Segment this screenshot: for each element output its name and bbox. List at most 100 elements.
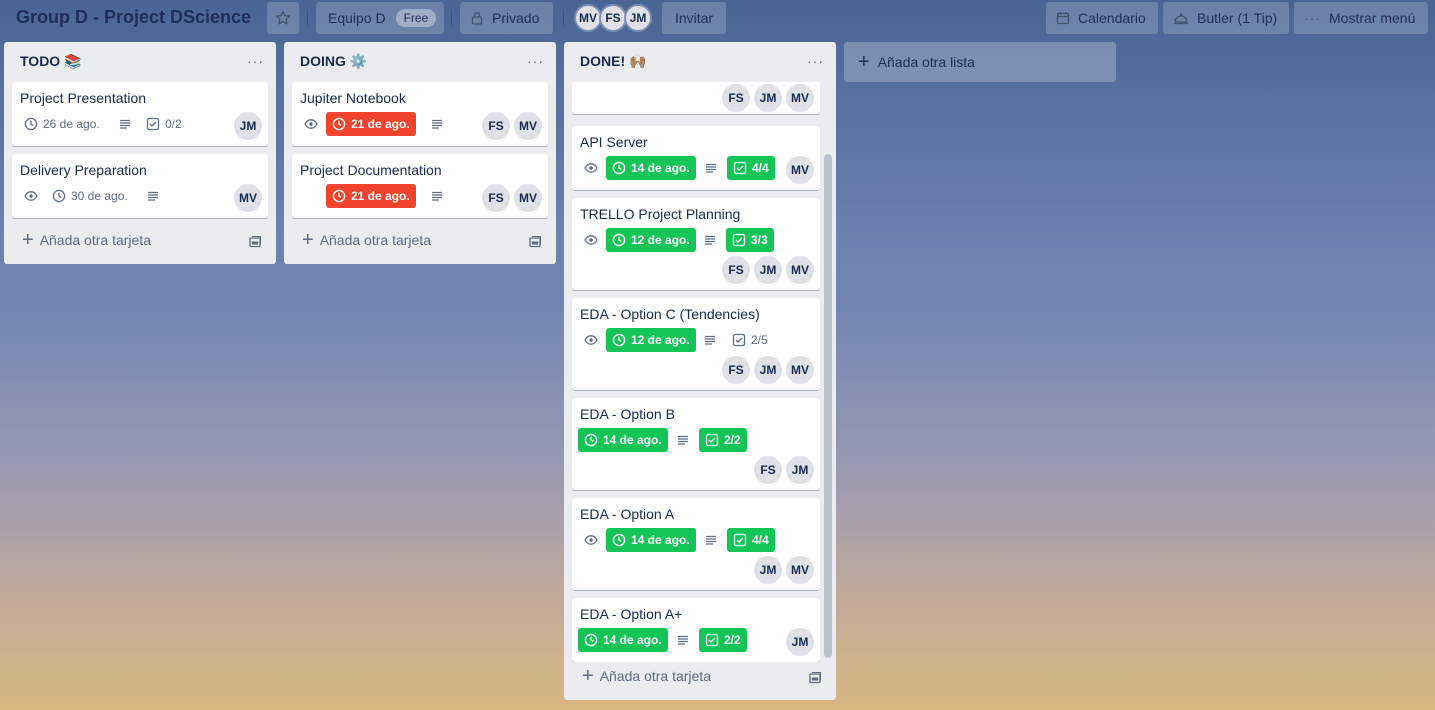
card[interactable]: EDA - Option B 14 de ago. 2/2 FS JM [572,398,820,490]
watch-icon [304,112,318,136]
visibility-label: Privado [492,10,540,26]
clock-icon [612,333,626,347]
card-template-icon[interactable] [248,235,262,249]
card[interactable]: API Server 14 de ago. 4/4 MV [572,126,820,190]
card[interactable]: FS JM MV [572,82,820,114]
member-avatar[interactable]: JM [754,356,782,384]
due-date-badge-complete: 14 de ago. [606,528,696,552]
invite-label: Invitar [674,10,714,26]
list-title[interactable]: DONE! 🙌🏽 [580,53,646,70]
plan-badge: Free [395,9,437,27]
list-menu-icon[interactable]: ··· [807,53,824,69]
plus-icon: + [22,229,34,251]
member-avatar[interactable]: JM [624,4,652,32]
card-title: TRELLO Project Planning [580,206,741,222]
card-template-icon[interactable] [808,671,822,685]
card[interactable]: Jupiter Notebook 21 de ago. FS MV [292,82,548,146]
board-title[interactable]: Group D - Project DScience [16,7,251,28]
due-date-badge-complete: 14 de ago. [606,156,696,180]
add-card-button[interactable]: + Añada otra tarjeta [302,230,431,250]
clock-icon [52,189,66,203]
description-icon [430,184,444,208]
card-title: Project Documentation [300,162,442,178]
checklist-icon [705,633,719,647]
member-avatar[interactable]: FS [482,184,510,212]
due-date-badge: 26 de ago. [24,112,100,136]
card[interactable]: EDA - Option A+ 14 de ago. 2/2 JM [572,598,820,662]
card[interactable]: Project Documentation 21 de ago. FS MV [292,154,548,218]
member-avatar[interactable]: JM [754,556,782,584]
member-avatar[interactable]: JM [234,112,262,140]
member-avatar[interactable]: MV [786,156,814,184]
member-avatar[interactable]: JM [786,628,814,656]
add-list-label: Añada otra lista [877,54,975,70]
description-icon [704,528,718,552]
calendar-button[interactable]: Calendario [1046,2,1158,34]
list-todo: TODO 📚 ··· Project Presentation 26 de ag… [4,42,276,264]
checklist-badge: 0/2 [146,112,182,136]
description-icon [704,156,718,180]
card-title: Jupiter Notebook [300,90,406,106]
member-avatar[interactable]: MV [786,556,814,584]
due-date-badge: 30 de ago. [52,184,128,208]
list-menu-icon[interactable]: ··· [527,53,544,69]
team-button[interactable]: Equipo D Free [316,2,444,34]
card-title: EDA - Option A+ [580,606,683,622]
member-avatar[interactable]: MV [786,84,814,112]
member-avatar[interactable]: MV [786,356,814,384]
card[interactable]: EDA - Option C (Tendencies) 12 de ago. 2… [572,298,820,390]
header-divider [563,10,564,26]
lock-icon [470,11,484,25]
member-avatar[interactable]: FS [599,4,627,32]
member-avatar[interactable]: FS [722,84,750,112]
description-icon [703,228,717,252]
card-title: Delivery Preparation [20,162,147,178]
member-avatar[interactable]: JM [754,256,782,284]
list-title[interactable]: DOING ⚙️ [300,53,367,70]
member-avatar[interactable]: MV [574,4,602,32]
due-date-badge-overdue: 21 de ago. [326,112,416,136]
list-menu-icon[interactable]: ··· [247,53,264,69]
clock-icon [612,533,626,547]
clock-icon [24,117,38,131]
checklist-badge-complete: 2/2 [699,428,747,452]
butler-button[interactable]: Butler (1 Tip) [1163,2,1289,34]
checklist-icon [732,233,746,247]
card-scroll-area[interactable]: FS JM MV API Server 14 de ago. 4/4 MV TR… [564,82,836,662]
clock-icon [612,161,626,175]
card[interactable]: Project Presentation 26 de ago. 0/2 JM [12,82,268,146]
clock-icon [332,189,346,203]
card[interactable]: EDA - Option A 14 de ago. 4/4 JM MV [572,498,820,590]
list-title[interactable]: TODO 📚 [20,53,82,70]
card[interactable]: TRELLO Project Planning 12 de ago. 3/3 F… [572,198,820,290]
member-avatar[interactable]: MV [786,256,814,284]
star-button[interactable] [267,2,299,34]
checklist-badge-complete: 4/4 [727,156,775,180]
watch-icon [584,228,598,252]
invite-button[interactable]: Invitar [662,2,726,34]
description-icon [676,428,690,452]
visibility-button[interactable]: Privado [460,2,553,34]
member-avatar[interactable]: MV [234,184,262,212]
add-card-button[interactable]: + Añada otra tarjeta [22,229,151,251]
header-divider [307,10,308,26]
add-list-button[interactable]: + Añada otra lista [844,42,1116,82]
add-card-button[interactable]: + Añada otra tarjeta [582,666,711,686]
list-scrollbar[interactable] [824,154,832,658]
member-avatar[interactable]: MV [514,112,542,140]
checklist-icon [733,533,747,547]
member-avatar[interactable]: JM [786,456,814,484]
calendar-icon [1056,11,1070,25]
member-avatar[interactable]: FS [722,356,750,384]
show-menu-button[interactable]: ··· Mostrar menú [1294,2,1428,34]
member-avatar[interactable]: FS [754,456,782,484]
member-avatar[interactable]: FS [482,112,510,140]
member-avatar[interactable]: MV [514,184,542,212]
card-title: API Server [580,134,648,150]
description-icon [703,328,717,352]
card-title: EDA - Option A [580,506,675,522]
card[interactable]: Delivery Preparation 30 de ago. MV [12,154,268,218]
member-avatar[interactable]: JM [754,84,782,112]
member-avatar[interactable]: FS [722,256,750,284]
card-template-icon[interactable] [528,235,542,249]
